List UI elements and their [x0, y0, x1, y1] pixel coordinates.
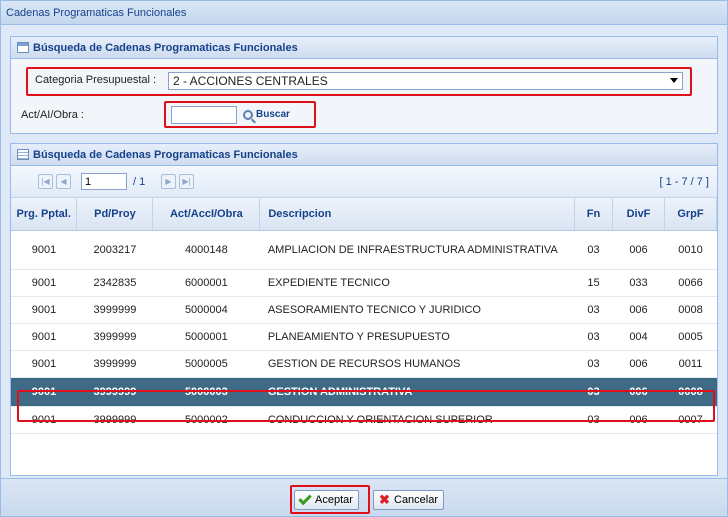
cell-fn: 03: [574, 230, 613, 270]
column-header[interactable]: Descripcion: [259, 198, 576, 231]
cell-divf: 006: [612, 296, 665, 324]
dialog-window: Cadenas Programaticas Funcionales Búsque…: [0, 0, 728, 517]
cell-act: 6000001: [152, 269, 260, 297]
cell-act: 5000004: [152, 296, 260, 324]
close-icon: ✖: [379, 492, 390, 507]
grid-icon: [17, 149, 29, 160]
cell-pdproy: 2342835: [76, 269, 153, 297]
column-header[interactable]: DivF: [612, 198, 665, 231]
cell-descripcion: AMPLIACION DE INFRAESTRUCTURA ADMINISTRA…: [259, 230, 575, 270]
cancel-button-label: Cancelar: [394, 494, 439, 506]
pagination-toolbar: |◀ ◀ / 1 ▶ ▶| [ 1 - 7 / 7 ]: [11, 166, 717, 198]
column-header[interactable]: Pd/Proy: [76, 198, 154, 231]
cell-descripcion: EXPEDIENTE TECNICO: [259, 269, 575, 297]
table-row[interactable]: 9001 3999999 5000004 ASESORAMIENTO TECNI…: [11, 296, 717, 324]
page-count: / 1: [133, 176, 146, 188]
column-header[interactable]: GrpF: [664, 198, 718, 231]
cancel-button[interactable]: ✖ Cancelar: [373, 490, 445, 510]
cell-grpf: 0066: [664, 269, 717, 297]
page-input[interactable]: [81, 173, 127, 190]
cell-fn: 03: [574, 296, 613, 324]
record-range: [ 1 - 7 / 7 ]: [659, 176, 709, 188]
cell-pdproy: 3999999: [76, 350, 153, 378]
cell-prg: 9001: [11, 230, 77, 270]
column-header[interactable]: Fn: [574, 198, 614, 231]
first-page-icon[interactable]: |◀: [38, 174, 53, 189]
table-row[interactable]: 9001 3999999 5000001 PLANEAMIENTO Y PRES…: [11, 323, 717, 351]
cell-grpf: 0008: [664, 296, 717, 324]
table-row[interactable]: 9001 2003217 4000148 AMPLIACION DE INFRA…: [11, 230, 717, 270]
table-header-row: Prg. Pptal. Pd/Proy Act/AccI/Obra Descri…: [11, 198, 718, 231]
accept-highlight: [290, 485, 370, 514]
table-row[interactable]: 9001 2342835 6000001 EXPEDIENTE TECNICO …: [11, 269, 717, 297]
cell-divf: 033: [612, 269, 665, 297]
cell-prg: 9001: [11, 350, 77, 378]
category-highlight: [26, 67, 692, 96]
column-header[interactable]: Act/AccI/Obra: [152, 198, 261, 231]
cell-act: 5000005: [152, 350, 260, 378]
cell-prg: 9001: [11, 323, 77, 351]
cell-pdproy: 2003217: [76, 230, 153, 270]
search-highlight: [164, 101, 316, 128]
dialog-footer: Aceptar ✖ Cancelar: [1, 478, 727, 516]
cell-descripcion: PLANEAMIENTO Y PRESUPUESTO: [259, 323, 575, 351]
cell-act: 5000001: [152, 323, 260, 351]
next-page-icon[interactable]: ▶: [161, 174, 176, 189]
cell-divf: 006: [612, 230, 665, 270]
grid-panel: Búsqueda de Cadenas Programaticas Funcio…: [10, 143, 718, 476]
cell-fn: 15: [574, 269, 613, 297]
cell-pdproy: 3999999: [76, 323, 153, 351]
search-panel: Búsqueda de Cadenas Programaticas Funcio…: [10, 36, 718, 134]
selected-row-highlight: [17, 390, 715, 422]
window-icon: [17, 42, 29, 53]
cell-descripcion: ASESORAMIENTO TECNICO Y JURIDICO: [259, 296, 575, 324]
cell-divf: 006: [612, 350, 665, 378]
prev-page-icon[interactable]: ◀: [56, 174, 71, 189]
search-panel-header: Búsqueda de Cadenas Programaticas Funcio…: [11, 37, 717, 59]
cell-prg: 9001: [11, 269, 77, 297]
search-panel-title: Búsqueda de Cadenas Programaticas Funcio…: [33, 42, 298, 54]
window-title: Cadenas Programaticas Funcionales: [1, 1, 727, 25]
cell-descripcion: GESTION DE RECURSOS HUMANOS: [259, 350, 575, 378]
cell-fn: 03: [574, 323, 613, 351]
table-row[interactable]: 9001 3999999 5000005 GESTION DE RECURSOS…: [11, 350, 717, 378]
cell-fn: 03: [574, 350, 613, 378]
cell-grpf: 0011: [664, 350, 717, 378]
grid-panel-header: Búsqueda de Cadenas Programaticas Funcio…: [11, 144, 717, 166]
cell-prg: 9001: [11, 296, 77, 324]
cell-act: 4000148: [152, 230, 260, 270]
column-header[interactable]: Prg. Pptal.: [11, 198, 78, 231]
cell-pdproy: 3999999: [76, 296, 153, 324]
grid-panel-title: Búsqueda de Cadenas Programaticas Funcio…: [33, 149, 298, 161]
last-page-icon[interactable]: ▶|: [179, 174, 194, 189]
cell-divf: 004: [612, 323, 665, 351]
cell-grpf: 0010: [664, 230, 717, 270]
cell-grpf: 0005: [664, 323, 717, 351]
act-label: Act/AI/Obra :: [21, 109, 84, 121]
search-form: Categoria Presupuestal : 2 - ACCIONES CE…: [11, 59, 717, 133]
